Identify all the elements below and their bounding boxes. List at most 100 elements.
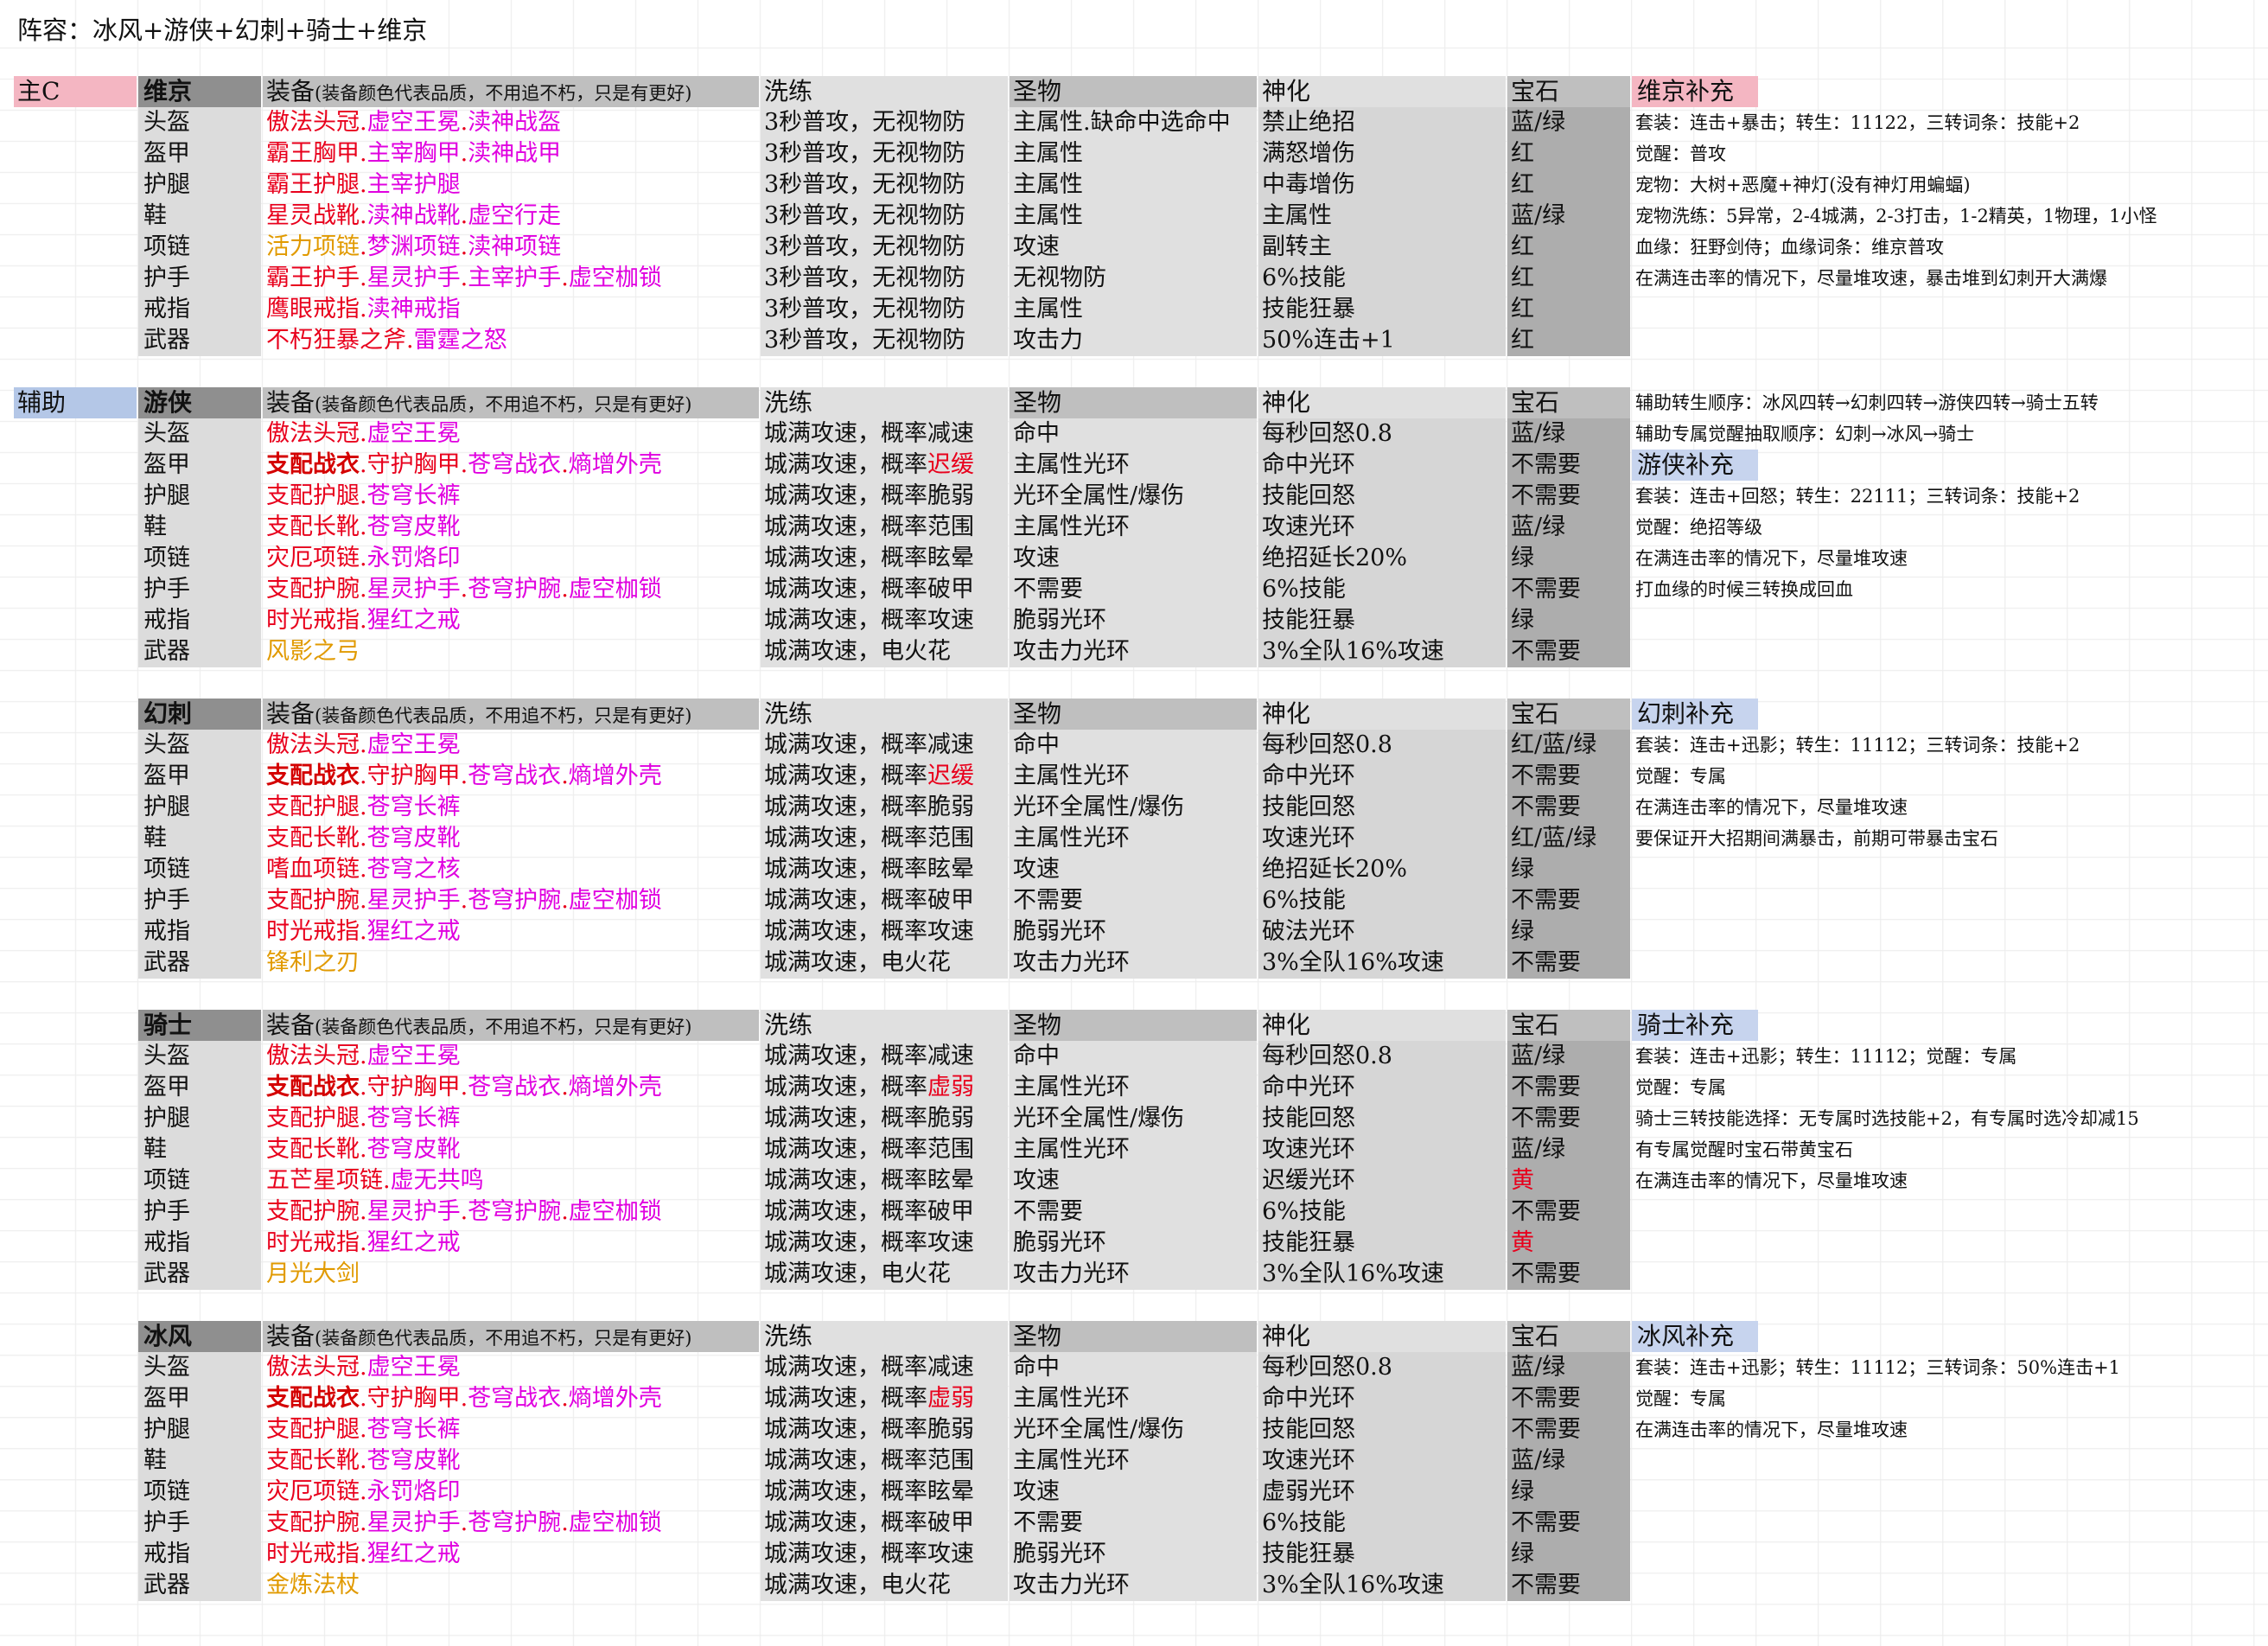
gem-cell[interactable]: 蓝/绿 — [1507, 1352, 1630, 1383]
slot-cell[interactable]: 护腿 — [138, 169, 261, 201]
deify-cell[interactable]: 攻速光环 — [1258, 1134, 1506, 1165]
gem-cell[interactable]: 蓝/绿 — [1507, 512, 1630, 543]
slot-cell[interactable]: 护手 — [138, 1196, 261, 1228]
supplement-note[interactable]: 觉醒：专属 — [1632, 761, 2254, 792]
deify-cell[interactable]: 3%全队16%攻速 — [1258, 636, 1506, 667]
slot-cell[interactable]: 项链 — [138, 232, 261, 263]
relic-cell[interactable]: 攻击力 — [1010, 325, 1257, 356]
refine-cell[interactable]: 城满攻速，概率破甲 — [761, 1196, 1008, 1228]
gem-cell[interactable]: 不需要 — [1507, 761, 1630, 792]
refine-cell[interactable]: 城满攻速，概率眩晕 — [761, 1477, 1008, 1508]
supplement-note[interactable]: 宠物：大树+恶魔+神灯(没有神灯用蝙蝠) — [1632, 169, 2254, 201]
header-gem[interactable]: 宝石 — [1507, 1321, 1630, 1352]
supplement-note[interactable]: 要保证开大招期间满暴击，前期可带暴击宝石 — [1632, 823, 2254, 854]
slot-cell[interactable]: 戒指 — [138, 1539, 261, 1570]
equipment-cell[interactable]: 灾厄项链.永罚烙印 — [263, 1477, 759, 1508]
hero-name-cell[interactable]: 维京 — [138, 76, 261, 107]
header-deify[interactable]: 神化 — [1258, 1321, 1506, 1352]
refine-cell[interactable]: 城满攻速，电火花 — [761, 1259, 1008, 1290]
equipment-cell[interactable]: 支配战衣.守护胸甲.苍穹战衣.熵增外壳 — [263, 450, 759, 481]
deify-cell[interactable]: 技能狂暴 — [1258, 605, 1506, 636]
slot-cell[interactable]: 护手 — [138, 574, 261, 605]
relic-cell[interactable]: 脆弱光环 — [1010, 916, 1257, 947]
slot-cell[interactable]: 盔甲 — [138, 1072, 261, 1103]
slot-cell[interactable]: 头盔 — [138, 1041, 261, 1072]
relic-cell[interactable]: 主属性光环 — [1010, 1072, 1257, 1103]
relic-cell[interactable]: 攻速 — [1010, 543, 1257, 574]
refine-cell[interactable]: 城满攻速，概率范围 — [761, 823, 1008, 854]
slot-cell[interactable]: 头盔 — [138, 107, 261, 138]
relic-cell[interactable]: 光环全属性/爆伤 — [1010, 1103, 1257, 1134]
hero-name-cell[interactable]: 游侠 — [138, 387, 261, 418]
deify-cell[interactable]: 技能回怒 — [1258, 481, 1506, 512]
deify-cell[interactable]: 绝招延长20% — [1258, 854, 1506, 885]
refine-cell[interactable]: 城满攻速，概率虚弱 — [761, 1383, 1008, 1414]
header-gem[interactable]: 宝石 — [1507, 1010, 1630, 1041]
refine-cell[interactable]: 城满攻速，概率范围 — [761, 1445, 1008, 1477]
equipment-cell[interactable]: 时光戒指.猩红之戒 — [263, 1539, 759, 1570]
refine-cell[interactable]: 3秒普攻，无视物防 — [761, 325, 1008, 356]
refine-cell[interactable]: 城满攻速，概率破甲 — [761, 1508, 1008, 1539]
deify-cell[interactable]: 技能回怒 — [1258, 1414, 1506, 1445]
equipment-cell[interactable]: 支配长靴.苍穹皮靴 — [263, 823, 759, 854]
relic-cell[interactable]: 命中 — [1010, 418, 1257, 450]
supplement-note[interactable]: 打血缘的时候三转换成回血 — [1632, 574, 2254, 605]
refine-cell[interactable]: 城满攻速，概率范围 — [761, 512, 1008, 543]
relic-cell[interactable]: 主属性光环 — [1010, 512, 1257, 543]
equipment-cell[interactable]: 支配长靴.苍穹皮靴 — [263, 1445, 759, 1477]
gem-cell[interactable]: 绿 — [1507, 543, 1630, 574]
slot-cell[interactable]: 武器 — [138, 1570, 261, 1601]
deify-cell[interactable]: 技能狂暴 — [1258, 1228, 1506, 1259]
gem-cell[interactable]: 黄 — [1507, 1228, 1630, 1259]
relic-cell[interactable]: 攻速 — [1010, 854, 1257, 885]
header-relic[interactable]: 圣物 — [1010, 387, 1257, 418]
refine-cell[interactable]: 城满攻速，概率减速 — [761, 1352, 1008, 1383]
supplement-note[interactable]: 在满连击率的情况下，尽量堆攻速 — [1632, 543, 2254, 574]
sheet-title[interactable]: 阵容：冰风+游侠+幻刺+骑士+维京 — [14, 14, 427, 47]
refine-cell[interactable]: 城满攻速，概率破甲 — [761, 885, 1008, 916]
supplement-note[interactable]: 有专属觉醒时宝石带黄宝石 — [1632, 1134, 2254, 1165]
relic-cell[interactable]: 不需要 — [1010, 1196, 1257, 1228]
equipment-cell[interactable]: 嗜血项链.苍穹之核 — [263, 854, 759, 885]
supplement-note[interactable]: 血缘：狂野剑侍；血缘词条：维京普攻 — [1632, 232, 2254, 263]
relic-cell[interactable]: 命中 — [1010, 1352, 1257, 1383]
equipment-cell[interactable]: 傲法头冠.虚空王冕 — [263, 1352, 759, 1383]
relic-cell[interactable]: 不需要 — [1010, 574, 1257, 605]
gem-cell[interactable]: 红/蓝/绿 — [1507, 823, 1630, 854]
refine-cell[interactable]: 城满攻速，电火花 — [761, 636, 1008, 667]
supplement-note[interactable]: 骑士三转技能选择：无专属时选技能+2，有专属时选冷却减15 — [1632, 1103, 2254, 1134]
supplement-title-2[interactable]: 幻刺补充 — [1632, 699, 1758, 730]
refine-cell[interactable]: 城满攻速，概率范围 — [761, 1134, 1008, 1165]
gem-cell[interactable]: 红 — [1507, 263, 1630, 294]
header-refine[interactable]: 洗练 — [761, 387, 1008, 418]
equipment-cell[interactable]: 霸王护腿.主宰护腿 — [263, 169, 759, 201]
refine-cell[interactable]: 城满攻速，概率攻速 — [761, 916, 1008, 947]
refine-cell[interactable]: 3秒普攻，无视物防 — [761, 138, 1008, 169]
header-deify[interactable]: 神化 — [1258, 76, 1506, 107]
gem-cell[interactable]: 不需要 — [1507, 947, 1630, 979]
gem-cell[interactable]: 不需要 — [1507, 1103, 1630, 1134]
refine-cell[interactable]: 3秒普攻，无视物防 — [761, 201, 1008, 232]
gem-cell[interactable]: 绿 — [1507, 1539, 1630, 1570]
equipment-cell[interactable]: 霸王胸甲.主宰胸甲.渎神战甲 — [263, 138, 759, 169]
relic-cell[interactable]: 光环全属性/爆伤 — [1010, 792, 1257, 823]
slot-cell[interactable]: 护腿 — [138, 1103, 261, 1134]
gem-cell[interactable]: 绿 — [1507, 605, 1630, 636]
supplement-note[interactable]: 套装：连击+迅影；转生：11112；三转词条：技能+2 — [1632, 730, 2254, 761]
refine-cell[interactable]: 3秒普攻，无视物防 — [761, 232, 1008, 263]
gem-cell[interactable]: 绿 — [1507, 1477, 1630, 1508]
slot-cell[interactable]: 护手 — [138, 1508, 261, 1539]
equipment-cell[interactable]: 支配护腿.苍穹长裤 — [263, 1103, 759, 1134]
relic-cell[interactable]: 不需要 — [1010, 1508, 1257, 1539]
hero-name-cell[interactable]: 冰风 — [138, 1321, 261, 1352]
supplement-note[interactable]: 套装：连击+迅影；转生：11112；觉醒：专属 — [1632, 1041, 2254, 1072]
relic-cell[interactable]: 脆弱光环 — [1010, 1539, 1257, 1570]
gem-cell[interactable]: 不需要 — [1507, 1383, 1630, 1414]
equipment-cell[interactable]: 傲法头冠.虚空王冕.渎神战盔 — [263, 107, 759, 138]
slot-cell[interactable]: 项链 — [138, 1165, 261, 1196]
slot-cell[interactable]: 护腿 — [138, 481, 261, 512]
refine-cell[interactable]: 3秒普攻，无视物防 — [761, 263, 1008, 294]
gem-cell[interactable]: 绿 — [1507, 854, 1630, 885]
deify-cell[interactable]: 6%技能 — [1258, 1508, 1506, 1539]
equipment-cell[interactable]: 金炼法杖 — [263, 1570, 759, 1601]
